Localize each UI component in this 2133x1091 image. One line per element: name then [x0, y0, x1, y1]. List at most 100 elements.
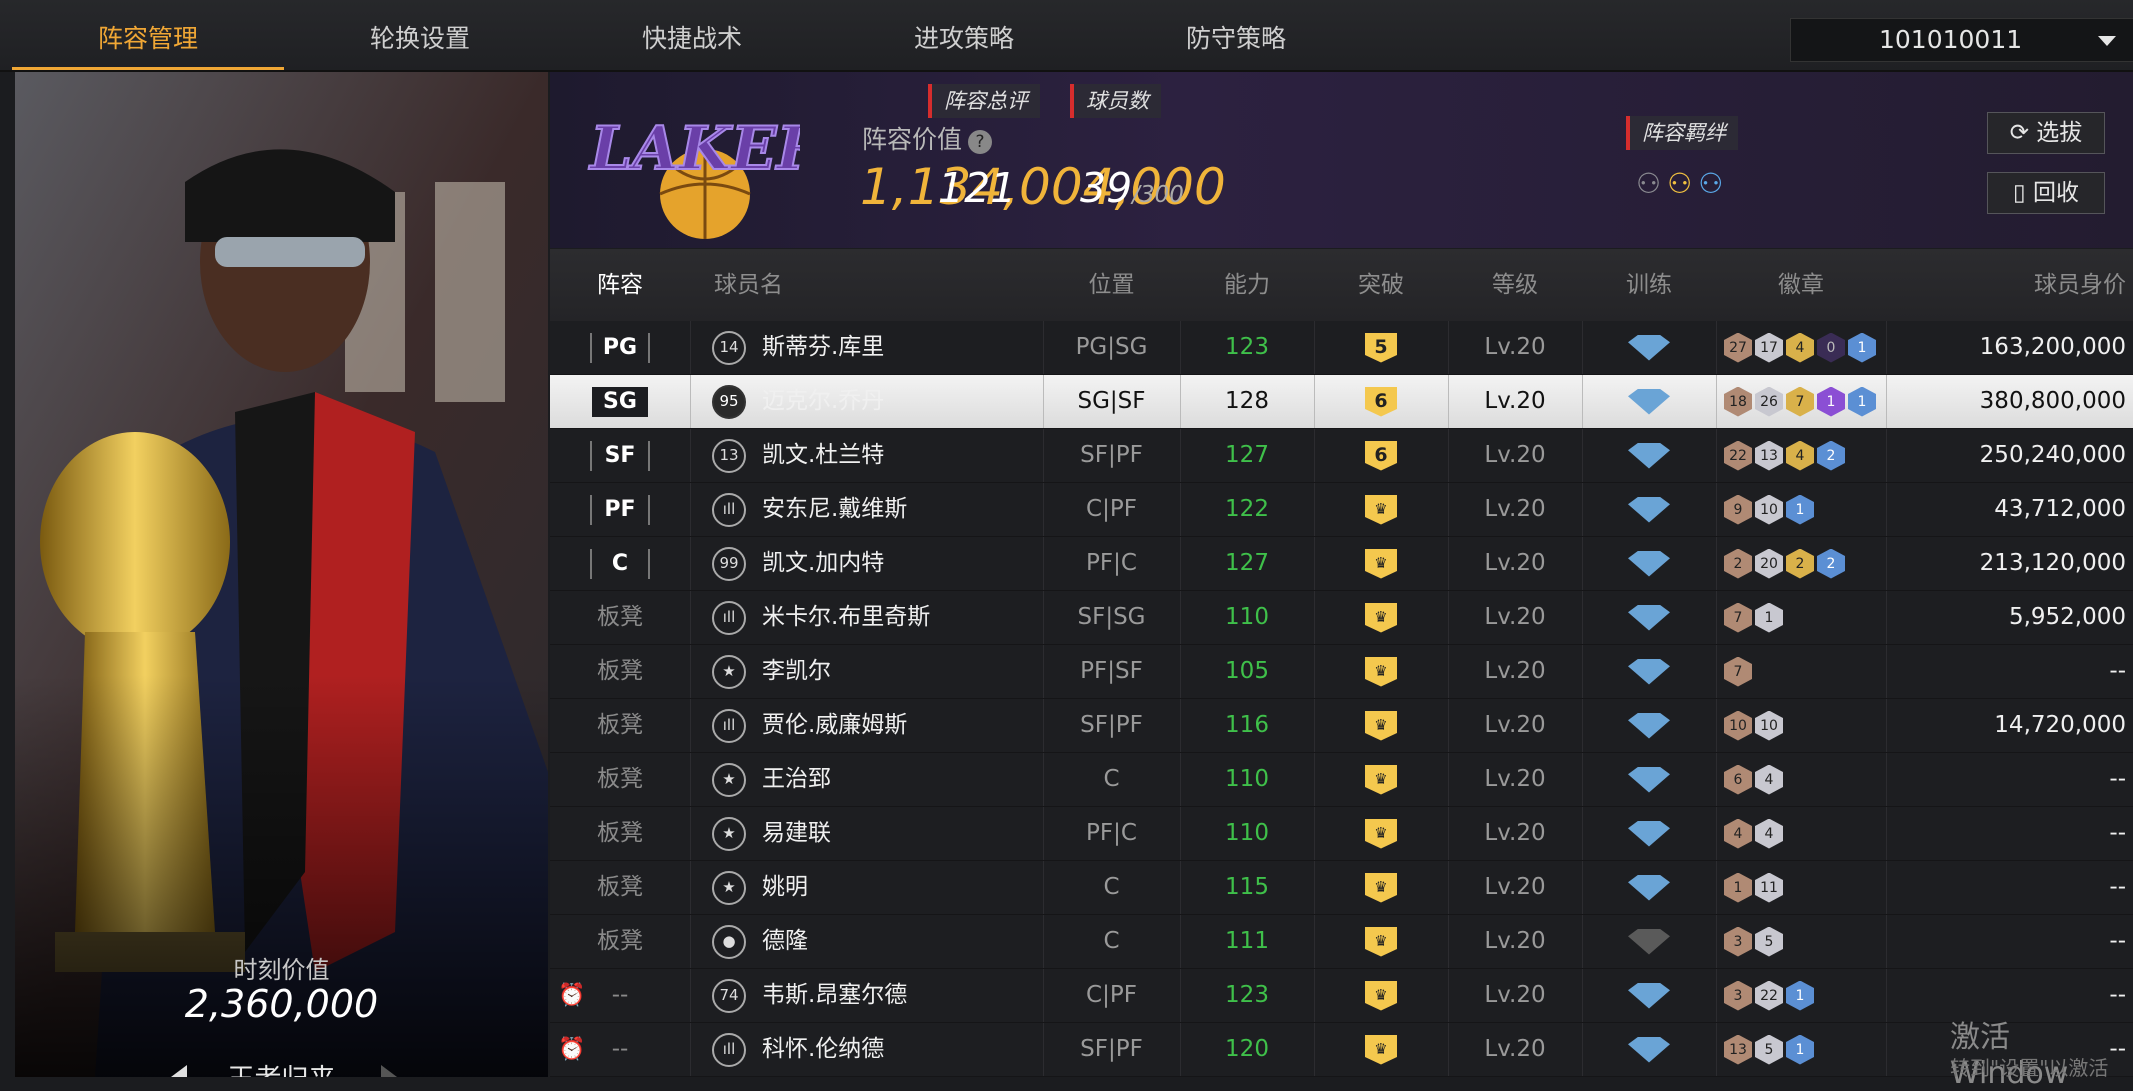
badge-list: 13 5 1 — [1716, 1023, 1886, 1076]
training-icon[interactable] — [1628, 496, 1670, 523]
badges-cell: 2 20 2 2 — [1716, 537, 1887, 590]
lineup-slot: -- — [611, 1036, 629, 1062]
player-count-value: 39 — [1080, 164, 1133, 212]
player-name-cell: 14 斯蒂芬.库里 — [690, 321, 1044, 374]
lineup-slot-cell: PF — [550, 483, 691, 536]
badges-cell: 71 — [1716, 591, 1887, 644]
training-icon[interactable] — [1628, 1036, 1670, 1063]
position-cell: C — [1043, 915, 1181, 968]
position-cell: SF|PF — [1043, 1023, 1181, 1076]
player-name-cell: ıll 科怀.伦纳德 — [690, 1023, 1044, 1076]
training-icon[interactable] — [1628, 712, 1670, 739]
table-row[interactable]: 板凳 ★ 王治郅 C 110 ♛ Lv.20 6 4 -- — [550, 753, 2133, 807]
training-cell — [1582, 1023, 1717, 1076]
col-overall[interactable]: 能力 — [1180, 249, 1314, 321]
bond-icon-1[interactable]: ⚇ — [1636, 167, 1667, 200]
team-logo: LAKERS — [587, 113, 800, 239]
table-row[interactable]: 板凳 ● 德隆 C 111 ♛ Lv.20 3 5 -- — [550, 915, 2133, 969]
table-row[interactable]: SF 13 凯文.杜兰特 SF|PF 127 6 Lv.20 22 13 4 2 250,240,00… — [550, 429, 2133, 483]
training-icon[interactable] — [1628, 658, 1670, 685]
breakthrough-cell: ♛ — [1314, 969, 1449, 1022]
player-name: 易建联 — [762, 820, 831, 846]
training-icon[interactable] — [1628, 820, 1670, 847]
overall-cell: 120 — [1180, 1023, 1315, 1076]
col-badges[interactable]: 徽章 — [1716, 249, 1886, 321]
lineup-slot: 板凳 — [597, 712, 643, 738]
col-player-name[interactable]: 球员名 — [690, 249, 910, 321]
table-row[interactable]: PG 14 斯蒂芬.库里 PG|SG 123 5 Lv.20 27 17 4 0 1 163,200,0… — [550, 321, 2133, 375]
player-name-cell: ıll 米卡尔.布里奇斯 — [690, 591, 1044, 644]
player-name-cell: ıll 安东尼.戴维斯 — [690, 483, 1044, 536]
tab-defense[interactable]: 防守策略 — [1100, 0, 1372, 70]
table-row[interactable]: ⏰ -- ıll 科怀.伦纳德 SF|PF 120 ♛ Lv.20 13 5 1 -- — [550, 1023, 2133, 1077]
table-row[interactable]: SG 95 迈克尔.乔丹 SG|SF 128 6 Lv.20 18 26 7 1 1 380,800,0… — [550, 375, 2133, 429]
badge-list: 1 11 — [1716, 861, 1886, 914]
overall-cell: 123 — [1180, 969, 1315, 1022]
tab-lineup[interactable]: 阵容管理 — [12, 0, 284, 70]
player-name-cell: ● 德隆 — [690, 915, 1044, 968]
training-icon[interactable] — [1628, 982, 1670, 1009]
tab-rotation[interactable]: 轮换设置 — [284, 0, 556, 70]
moment-value-label: 时刻价值 — [233, 956, 330, 984]
training-icon[interactable] — [1628, 766, 1670, 793]
col-player-value[interactable]: 球员身价 — [1886, 249, 2126, 321]
badge-silver-icon: 11 — [1755, 872, 1783, 903]
team-dropdown[interactable]: 101010011 — [1790, 18, 2133, 62]
help-icon[interactable]: ? — [968, 130, 993, 154]
col-lineup[interactable]: 阵容 — [550, 249, 690, 321]
col-position[interactable]: 位置 — [1043, 249, 1180, 321]
player-name: 贾伦.威廉姆斯 — [762, 712, 908, 738]
player-name-cell: ★ 李凯尔 — [690, 645, 1044, 698]
bond-icon-2[interactable]: ⚇ — [1667, 167, 1698, 200]
table-row[interactable]: 板凳 ★ 姚明 C 115 ♛ Lv.20 1 11 -- — [550, 861, 2133, 915]
table-row[interactable]: 板凳 ıll 米卡尔.布里奇斯 SF|SG 110 ♛ Lv.20 7 1 5,952,000 — [550, 591, 2133, 645]
level-cell: Lv.20 — [1448, 969, 1583, 1022]
badges-cell: 35 — [1716, 915, 1887, 968]
table-row[interactable]: 板凳 ★ 易建联 PF|C 110 ♛ Lv.20 4 4 -- — [550, 807, 2133, 861]
badges-cell: 13 5 1 — [1716, 1023, 1887, 1076]
training-icon[interactable] — [1628, 550, 1670, 577]
training-icon[interactable] — [1628, 604, 1670, 631]
training-icon[interactable] — [1628, 928, 1670, 955]
table-row[interactable]: C 99 凯文.加内特 PF|C 127 ♛ Lv.20 2 20 2 2 213,120,000 — [550, 537, 2133, 591]
breakthrough-shield-icon: ♛ — [1365, 494, 1397, 525]
overall-cell: 123 — [1180, 321, 1315, 374]
badge-list: 64 — [1716, 753, 1886, 806]
player-value-cell: -- — [2109, 820, 2126, 846]
lineup-slot-cell: 板凳 — [550, 753, 691, 806]
tab-offense[interactable]: 进攻策略 — [828, 0, 1100, 70]
lineup-header: LAKERS 阵容价值? 1,134,004,000 阵容总评 121 球员数 … — [550, 72, 2133, 248]
training-icon[interactable] — [1628, 334, 1670, 361]
col-breakthrough[interactable]: 突破 — [1314, 249, 1448, 321]
bond-icon-3[interactable]: ⚇ — [1698, 167, 1729, 200]
training-cell — [1582, 645, 1717, 698]
training-cell — [1582, 915, 1717, 968]
overall-cell: 110 — [1180, 591, 1315, 644]
next-card-arrow-icon[interactable] — [381, 1065, 397, 1077]
table-row[interactable]: ⏰ -- 74 韦斯.昂塞尔德 C|PF 123 ♛ Lv.20 3 22 1 -- — [550, 969, 2133, 1023]
col-level[interactable]: 等级 — [1448, 249, 1582, 321]
col-training[interactable]: 训练 — [1582, 249, 1716, 321]
tab-quick-tactics[interactable]: 快捷战术 — [556, 0, 828, 70]
badge-list: 35 — [1716, 915, 1886, 968]
table-row[interactable]: 板凳 ıll 贾伦.威廉姆斯 SF|PF 116 ♛ Lv.20 10 10 14,720,000 — [550, 699, 2133, 753]
player-name: 王治郅 — [762, 766, 831, 792]
select-button[interactable]: ⟳ 选拔 — [1987, 112, 2105, 154]
table-row[interactable]: PF ıll 安东尼.戴维斯 C|PF 122 ♛ Lv.20 9 10 1 43,712,000 — [550, 483, 2133, 537]
badge-bronze-icon: 2 — [1724, 548, 1752, 579]
lineup-slot: PF — [590, 495, 650, 525]
lineup-slot-cell: SG — [550, 375, 691, 428]
training-icon[interactable] — [1628, 874, 1670, 901]
position-cell: PF|C — [1043, 537, 1181, 590]
training-icon[interactable] — [1628, 388, 1670, 415]
table-row[interactable]: 板凳 ★ 李凯尔 PF|SF 105 ♛ Lv.20 7 -- — [550, 645, 2133, 699]
rating-label: 阵容总评 — [928, 84, 1040, 118]
recycle-button[interactable]: ▯ 回收 — [1987, 172, 2105, 214]
jersey-number-icon: ★ — [712, 763, 746, 797]
training-icon[interactable] — [1628, 442, 1670, 469]
breakthrough-cell: ♛ — [1314, 591, 1449, 644]
badge-blue-icon: 1 — [1786, 1034, 1814, 1065]
bond-icons[interactable]: ⚇⚇⚇ — [1636, 167, 1729, 200]
lineup-slot: 板凳 — [597, 766, 643, 792]
player-value-cell: 250,240,000 — [1979, 442, 2126, 468]
